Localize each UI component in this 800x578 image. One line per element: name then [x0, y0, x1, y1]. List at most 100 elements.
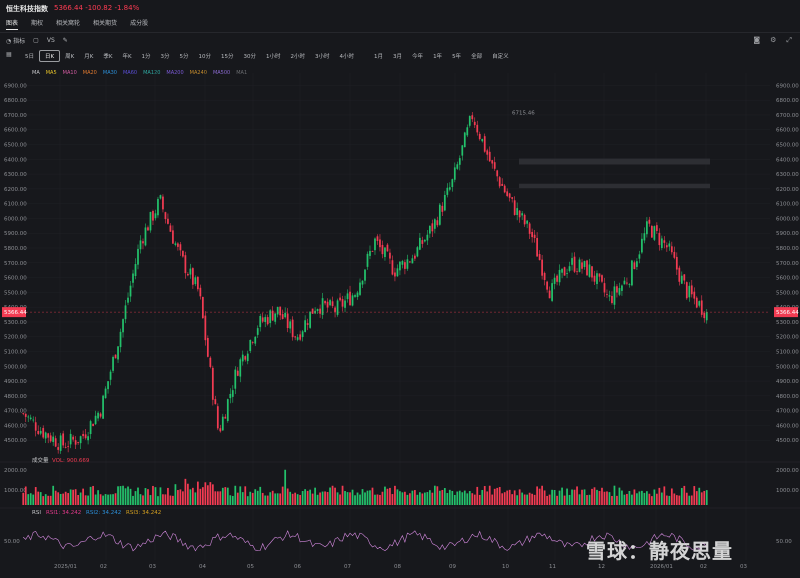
volume-bar: [471, 493, 474, 505]
volume-bar: [588, 494, 591, 505]
volume-bar: [142, 495, 144, 505]
volume-bar: [658, 487, 661, 505]
volume-bar: [563, 495, 566, 505]
x-tick: 2025/01: [54, 564, 77, 570]
candle-body: [414, 255, 416, 259]
rsi-legend: RSI1: 34.242: [46, 510, 81, 516]
volume-bar: [506, 490, 509, 505]
volume-bar: [628, 491, 631, 505]
volume-bar: [683, 485, 686, 505]
volume-bar: [229, 495, 232, 505]
candle-body: [229, 393, 232, 399]
volume-bar: [314, 487, 316, 505]
candle-body: [531, 231, 534, 238]
watermark: 雪球：静夜思量: [586, 539, 733, 563]
candle-body: [623, 280, 626, 285]
candle-body: [631, 260, 633, 286]
volume-bar: [59, 493, 62, 505]
candle-body: [588, 264, 591, 277]
volume-bar: [698, 487, 701, 505]
candle-body: [411, 258, 414, 264]
candle-body: [451, 179, 454, 188]
candle-body: [516, 208, 519, 216]
y-tick-left: 6700.00: [4, 113, 27, 119]
y-tick-left: 6800.00: [4, 98, 27, 104]
x-tick: 04: [199, 564, 206, 570]
candle-body: [119, 331, 122, 348]
y-tick-left: 6500.00: [4, 143, 27, 149]
volume-bar: [264, 495, 267, 505]
volume-bar: [648, 493, 651, 505]
volume-bar: [239, 486, 242, 505]
volume-bar: [57, 492, 60, 505]
candle-body: [157, 198, 159, 216]
candle-body: [142, 241, 144, 244]
volume-bar: [371, 487, 374, 505]
volume-bar: [518, 489, 521, 505]
volume-bar: [384, 486, 386, 505]
x-tick: 12: [598, 564, 605, 570]
volume-bar: [566, 488, 568, 505]
volume-bar: [660, 492, 663, 505]
candle-body: [184, 255, 187, 274]
volume-bar: [269, 492, 272, 505]
candle-body: [102, 395, 104, 419]
rsi-title: RSI: [32, 510, 41, 516]
volume-bar: [351, 489, 354, 505]
candle-body: [361, 280, 364, 285]
candle-body: [359, 282, 361, 295]
candle-body: [139, 240, 142, 250]
volume-bar: [693, 486, 696, 505]
candle-body: [571, 258, 573, 265]
candle-body: [364, 269, 366, 281]
volume-bar: [219, 491, 222, 505]
volume-bar: [423, 492, 426, 505]
volume-bar: [309, 489, 311, 505]
candle-body: [54, 438, 57, 447]
candle-body: [621, 285, 623, 291]
volume-bar: [576, 486, 578, 505]
y-tick-left: 4800.00: [4, 394, 27, 400]
volume-bar: [578, 494, 581, 505]
volume-bar: [521, 492, 524, 505]
candle-body: [633, 262, 636, 270]
volume-bar: [473, 494, 476, 505]
volume-bar: [406, 494, 409, 505]
volume-bar: [626, 493, 628, 505]
candle-body: [551, 283, 553, 301]
volume-bar: [501, 493, 504, 505]
candle-body: [319, 308, 321, 314]
candle-body: [478, 133, 481, 140]
chart-area[interactable]: 6900.00 6900.00 6800.00 6800.00 6700.00 6700.…: [0, 0, 800, 578]
y-tick-right: 5900.00: [776, 231, 799, 237]
volume-bar: [508, 489, 511, 505]
volume-bar: [478, 494, 481, 505]
volume-bar: [603, 491, 606, 505]
candle-body: [369, 250, 371, 256]
volume-bar: [194, 492, 197, 505]
candle-body: [553, 277, 556, 284]
y-tick-right: 6400.00: [776, 157, 799, 163]
candle-body: [423, 239, 426, 242]
candle-body: [57, 447, 60, 450]
y-tick-right: 4500.00: [776, 438, 799, 444]
candle-body: [394, 272, 396, 277]
candle-body: [62, 433, 65, 446]
volume-bar: [561, 487, 563, 505]
candle-body: [541, 259, 543, 276]
candle-body: [506, 191, 509, 196]
candle-body: [37, 431, 40, 434]
volume-bar: [22, 492, 25, 505]
volume-bar: [571, 489, 573, 505]
candle-body: [204, 315, 207, 341]
candle-body: [598, 273, 601, 277]
volume-bar: [346, 492, 349, 505]
volume-bar: [84, 495, 87, 505]
volume-bar: [670, 488, 673, 505]
candle-body: [603, 283, 606, 293]
candle-body: [576, 271, 578, 273]
candle-body: [476, 124, 479, 133]
candle-body: [641, 238, 643, 253]
volume-bar: [259, 486, 262, 505]
candle-body: [566, 273, 568, 275]
